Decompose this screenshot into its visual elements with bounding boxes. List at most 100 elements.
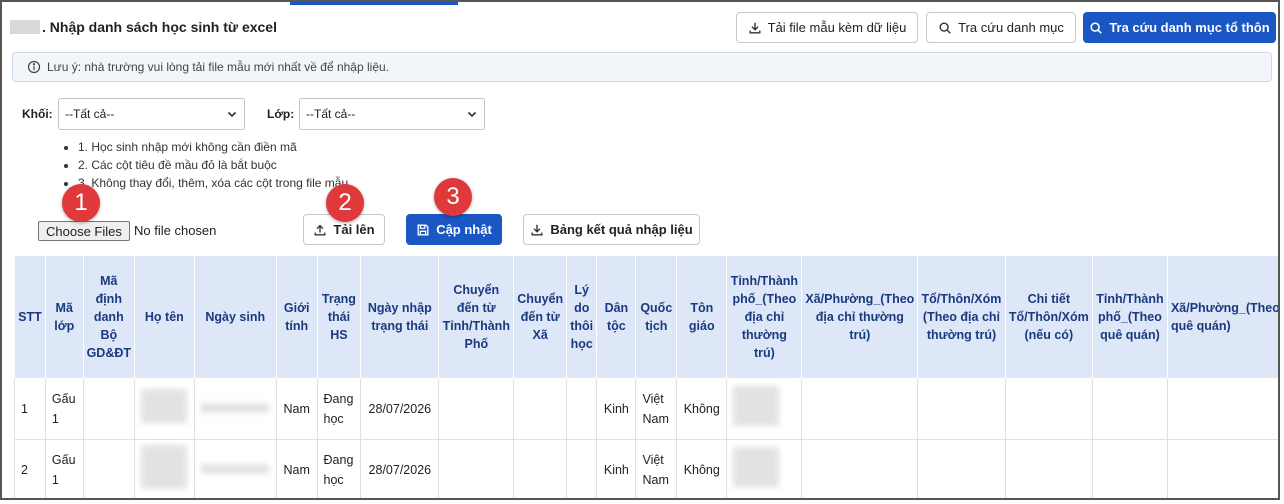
instruction-item: 3. Không thay đổi, thêm, xóa các cột tro… — [78, 174, 348, 192]
class-label: Lớp: — [267, 107, 295, 121]
redacted-province — [733, 447, 780, 487]
cell-transfer-province — [438, 378, 515, 440]
cell-status-date: 28/07/2026 — [360, 439, 440, 498]
lookup-category-label: Tra cứu danh mục — [958, 20, 1064, 35]
cell-status: Đang học — [316, 439, 362, 498]
chevron-down-icon — [467, 111, 477, 118]
redacted-province — [733, 386, 780, 426]
cell-resident-commune — [801, 378, 919, 440]
col-header-stt: STT — [14, 255, 46, 379]
instruction-item: 2. Các cột tiêu đề mầu đỏ là bắt buộc — [78, 156, 348, 174]
active-tab-indicator — [290, 2, 458, 5]
cell-gender: Nam — [275, 439, 318, 498]
lookup-hamlet-label: Tra cứu danh mục tổ thôn — [1109, 20, 1270, 35]
cell-stt: 1 — [14, 378, 46, 440]
notice-bar: Lưu ý: nhà trường vui lòng tải file mẫu … — [12, 52, 1272, 82]
redacted-name — [141, 389, 187, 423]
grade-select[interactable]: --Tất cả-- — [58, 98, 245, 130]
cell-hometown-commune — [1166, 439, 1278, 498]
choose-files-button[interactable]: Choose Files — [38, 221, 130, 241]
cell-religion: Không — [676, 378, 728, 440]
col-header-gender: Giới tính — [275, 255, 318, 379]
cell-full-name — [134, 378, 195, 440]
cell-resident-province — [726, 439, 803, 498]
cell-class-code: Gấu 1 — [44, 439, 84, 498]
grade-select-value: --Tất cả-- — [65, 107, 115, 121]
update-button[interactable]: Cập nhật — [406, 214, 502, 245]
cell-stt: 2 — [14, 439, 46, 498]
col-header-resident-hamlet: Tổ/Thôn/Xóm (Theo địa chỉ thường trú) — [917, 255, 1006, 379]
col-header-religion: Tôn giáo — [676, 255, 728, 379]
col-header-ethnicity: Dân tộc — [596, 255, 637, 379]
cell-nationality: Việt Nam — [635, 378, 678, 440]
col-header-status: Trạng thái HS — [316, 255, 362, 379]
cell-dropout-reason — [566, 439, 598, 498]
step-badge-3: 3 — [434, 178, 472, 216]
cell-full-name — [134, 439, 195, 498]
cell-transfer-commune — [513, 439, 568, 498]
page-title: . Nhập danh sách học sinh từ excel — [42, 19, 277, 35]
notice-text: Lưu ý: nhà trường vui lòng tải file mẫu … — [47, 60, 389, 74]
col-header-transfer-commune: Chuyển đến từ Xã — [513, 255, 568, 379]
search-icon — [939, 21, 951, 34]
cell-religion: Không — [676, 439, 728, 498]
table-row[interactable]: 1 Gấu 1 Nam Đang học 28/07/2026 Kinh Việ… — [14, 378, 1278, 440]
no-file-text: No file chosen — [134, 223, 217, 238]
import-result-button[interactable]: Bảng kết quả nhập liệu — [523, 214, 700, 245]
cell-birth-date — [193, 378, 277, 440]
cell-transfer-province — [438, 439, 515, 498]
class-select-value: --Tất cả-- — [306, 107, 356, 121]
cell-birth-date — [193, 439, 277, 498]
redacted-birth-date — [200, 403, 269, 413]
col-header-hamlet-detail: Chi tiết Tổ/Thôn/Xóm (nếu có) — [1004, 255, 1093, 379]
download-template-button[interactable]: Tải file mẫu kèm dữ liệu — [736, 12, 918, 43]
search-icon — [1090, 21, 1103, 34]
cell-resident-province — [726, 378, 803, 440]
cell-resident-hamlet — [917, 378, 1006, 440]
grade-label: Khối: — [22, 107, 53, 121]
cell-status-date: 28/07/2026 — [360, 378, 440, 440]
import-result-label: Bảng kết quả nhập liệu — [550, 222, 693, 237]
col-header-class-code: Mã lớp — [44, 255, 84, 379]
col-header-nationality: Quốc tịch — [635, 255, 678, 379]
download-icon — [749, 22, 761, 34]
chevron-down-icon — [227, 111, 237, 118]
col-header-birth-date: Ngày sinh — [193, 255, 277, 379]
instructions-list: 1. Học sinh nhập mới không cần điền mã 2… — [60, 138, 348, 192]
cell-nationality: Việt Nam — [635, 439, 678, 498]
col-header-dropout-reason: Lý do thôi học — [566, 255, 598, 379]
col-header-transfer-province: Chuyển đến từ Tỉnh/Thành Phố — [438, 255, 515, 379]
redacted-title-prefix — [10, 20, 40, 34]
cell-dropout-reason — [566, 378, 598, 440]
table-row[interactable]: 2 Gấu 1 Nam Đang học 28/07/2026 Kinh Việ… — [14, 439, 1278, 498]
lookup-category-button[interactable]: Tra cứu danh mục — [926, 12, 1076, 43]
cell-ethnicity: Kinh — [596, 378, 637, 440]
cell-resident-hamlet — [917, 439, 1006, 498]
lookup-hamlet-button[interactable]: Tra cứu danh mục tổ thôn — [1083, 12, 1276, 43]
upload-icon — [314, 224, 326, 236]
download-icon — [531, 224, 543, 236]
col-header-hometown-commune: Xã/Phường_(Theo quê quán) — [1166, 255, 1278, 379]
redacted-birth-date — [200, 464, 269, 474]
download-template-label: Tải file mẫu kèm dữ liệu — [767, 20, 907, 35]
cell-class-code: Gấu 1 — [44, 378, 84, 440]
cell-hometown-province — [1091, 378, 1168, 440]
upload-label: Tải lên — [333, 222, 375, 237]
col-header-resident-province: Tỉnh/Thành phố_(Theo địa chỉ thường trú) — [726, 255, 803, 379]
col-header-resident-commune: Xã/Phường_(Theo địa chỉ thường trú) — [801, 255, 919, 379]
cell-transfer-commune — [513, 378, 568, 440]
cell-status: Đang học — [316, 378, 362, 440]
cell-moet-id — [82, 439, 136, 498]
class-select[interactable]: --Tất cả-- — [299, 98, 485, 130]
info-icon — [27, 60, 41, 74]
cell-ethnicity: Kinh — [596, 439, 637, 498]
students-table: STT Mã lớp Mã định danh Bộ GD&ĐT Họ tên … — [14, 255, 1278, 498]
col-header-status-date: Ngày nhập trạng thái — [360, 255, 440, 379]
step-badge-2: 2 — [326, 184, 364, 222]
col-header-moet-id: Mã định danh Bộ GD&ĐT — [82, 255, 136, 379]
redacted-name — [141, 445, 187, 489]
cell-hometown-province — [1091, 439, 1168, 498]
cell-moet-id — [82, 378, 136, 440]
students-table-container[interactable]: STT Mã lớp Mã định danh Bộ GD&ĐT Họ tên … — [14, 255, 1278, 498]
import-students-window: . Nhập danh sách học sinh từ excel Tải f… — [0, 0, 1280, 500]
